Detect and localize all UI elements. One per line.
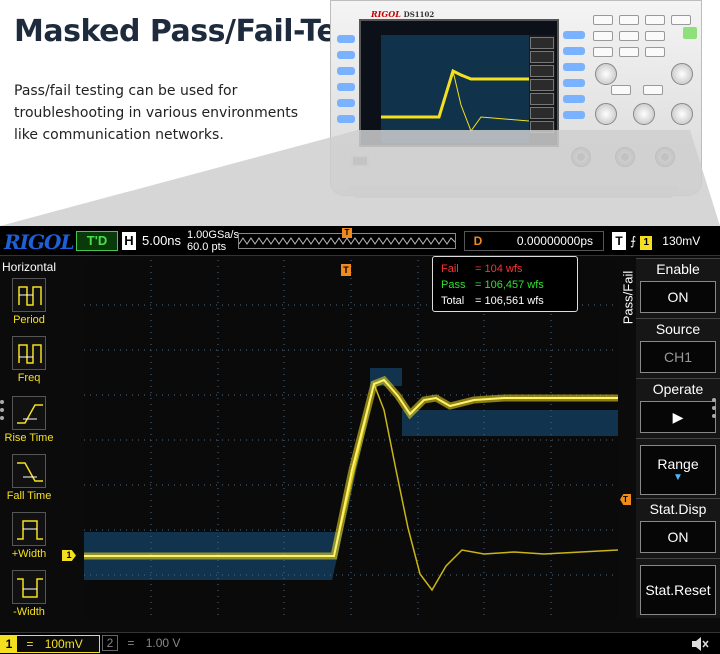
enable-softkey[interactable]: Enable ON (636, 258, 720, 318)
measure-fall-time[interactable]: Fall Time (2, 454, 56, 512)
operate-softkey[interactable]: Operate ▶ (636, 378, 720, 438)
ch2-number: 2 (102, 635, 118, 651)
measure-menu: Horizontal Period Freq Rise Time Fall Ti… (0, 258, 58, 628)
pass-count: Pass = 106,457 wfs (441, 279, 544, 291)
enable-label: Enable (656, 261, 700, 277)
source-softkey[interactable]: Source CH1 (636, 318, 720, 378)
stat-reset-label: Stat.Reset (640, 565, 716, 615)
stat-disp-softkey[interactable]: Stat.Disp ON (636, 498, 720, 558)
channel-bar: 1 = 100mV 2 = 1.00 V (0, 632, 720, 654)
speaker-mute-icon[interactable] (690, 636, 710, 652)
ch1-settings[interactable]: 1 = 100mV (0, 635, 100, 653)
measure-fall-time-label: Fall Time (6, 490, 52, 502)
positive-width-icon (12, 512, 46, 546)
play-icon: ▶ (640, 401, 716, 433)
device-screen (359, 19, 559, 147)
pass-fail-menu: Enable ON Source CH1 Operate ▶ Range ▼ S… (636, 258, 720, 648)
timebase-label: H (122, 232, 136, 250)
status-bar: RIGOL T'D H 5.00ns 1.00GSa/s 60.0 pts T D… (0, 226, 720, 256)
fall-time-icon (12, 454, 46, 488)
measure-negative-width[interactable]: -Width (2, 570, 56, 628)
right-menu-page-indicator (712, 398, 716, 422)
timebase-value: 5.00ns (142, 233, 182, 248)
measure-positive-width-label: +Width (11, 548, 47, 560)
delay-value: 0.00000000ps (516, 234, 593, 248)
memory-trigger-marker: T (342, 228, 352, 238)
oscilloscope-screen: RIGOL T'D H 5.00ns 1.00GSa/s 60.0 pts T D… (0, 226, 720, 654)
chevron-down-icon: ▼ (673, 472, 683, 483)
total-count: Total = 106,561 wfs (441, 295, 544, 307)
range-label: Range (657, 456, 699, 472)
operate-label: Operate (652, 381, 704, 397)
trigger-position-marker[interactable]: T (341, 264, 351, 276)
rise-time-icon (12, 396, 46, 430)
rising-edge-icon: ⨍ (630, 234, 637, 248)
trigger-label: T (612, 232, 626, 250)
ch1-coupling: = (26, 637, 34, 651)
period-icon (12, 278, 46, 312)
negative-width-icon (12, 570, 46, 604)
ch2-coupling: = (127, 636, 135, 650)
stat-disp-label: Stat.Disp (649, 501, 707, 517)
freq-icon (12, 336, 46, 370)
stat-reset-softkey[interactable]: Stat.Reset (636, 558, 720, 618)
stat-disp-value: ON (640, 521, 716, 553)
pass-fail-menu-title: Pass/Fail (620, 270, 636, 325)
measure-period[interactable]: Period (2, 278, 56, 336)
source-value: CH1 (640, 341, 716, 373)
ch1-offset-marker[interactable]: 1 (62, 550, 76, 561)
sample-rate: 1.00GSa/s (187, 229, 239, 241)
ch2-settings[interactable]: 2 = 1.00 V (102, 635, 196, 653)
enable-value: ON (640, 281, 716, 313)
measure-rise-time-label: Rise Time (4, 432, 54, 444)
delay-display[interactable]: D 0.00000000ps (464, 231, 604, 251)
source-label: Source (655, 321, 701, 337)
trigger-level-marker[interactable]: T (620, 494, 631, 505)
trigger-source: 1 (640, 236, 653, 250)
rigol-logo: RIGOL (4, 230, 75, 254)
trigger-display[interactable]: T ⨍ 1 130mV (612, 231, 718, 251)
measure-rise-time[interactable]: Rise Time (2, 396, 56, 454)
pass-fail-statistics: Fail = 104 wfs Pass = 106,457 wfs Total = 1… (432, 256, 578, 312)
fail-count: Fail = 104 wfs (441, 263, 523, 275)
device-brand: RIGOL DS1102 (371, 9, 435, 19)
trigger-level: 130mV (662, 234, 701, 248)
measure-freq[interactable]: Freq (2, 336, 56, 394)
ch2-scale: 1.00 V (145, 636, 181, 650)
menu-page-indicator (0, 400, 6, 424)
zoom-funnel (0, 130, 720, 226)
measure-freq-label: Freq (17, 372, 41, 384)
ch1-number: 1 (1, 636, 17, 652)
timebase-display[interactable]: H 5.00ns (122, 231, 181, 251)
memory-depth: 60.0 pts (187, 241, 227, 253)
measure-negative-width-label: -Width (13, 606, 45, 618)
measure-positive-width[interactable]: +Width (2, 512, 56, 570)
trigger-status: T'D (76, 231, 118, 251)
measure-menu-title: Horizontal (2, 260, 57, 274)
waveform-area[interactable] (84, 260, 618, 620)
measure-period-label: Period (13, 314, 45, 326)
acquisition-info: 1.00GSa/s 60.0 pts (187, 229, 239, 253)
delay-label: D (473, 234, 483, 248)
ch1-scale: 100mV (44, 637, 83, 651)
range-softkey[interactable]: Range ▼ (636, 438, 720, 498)
